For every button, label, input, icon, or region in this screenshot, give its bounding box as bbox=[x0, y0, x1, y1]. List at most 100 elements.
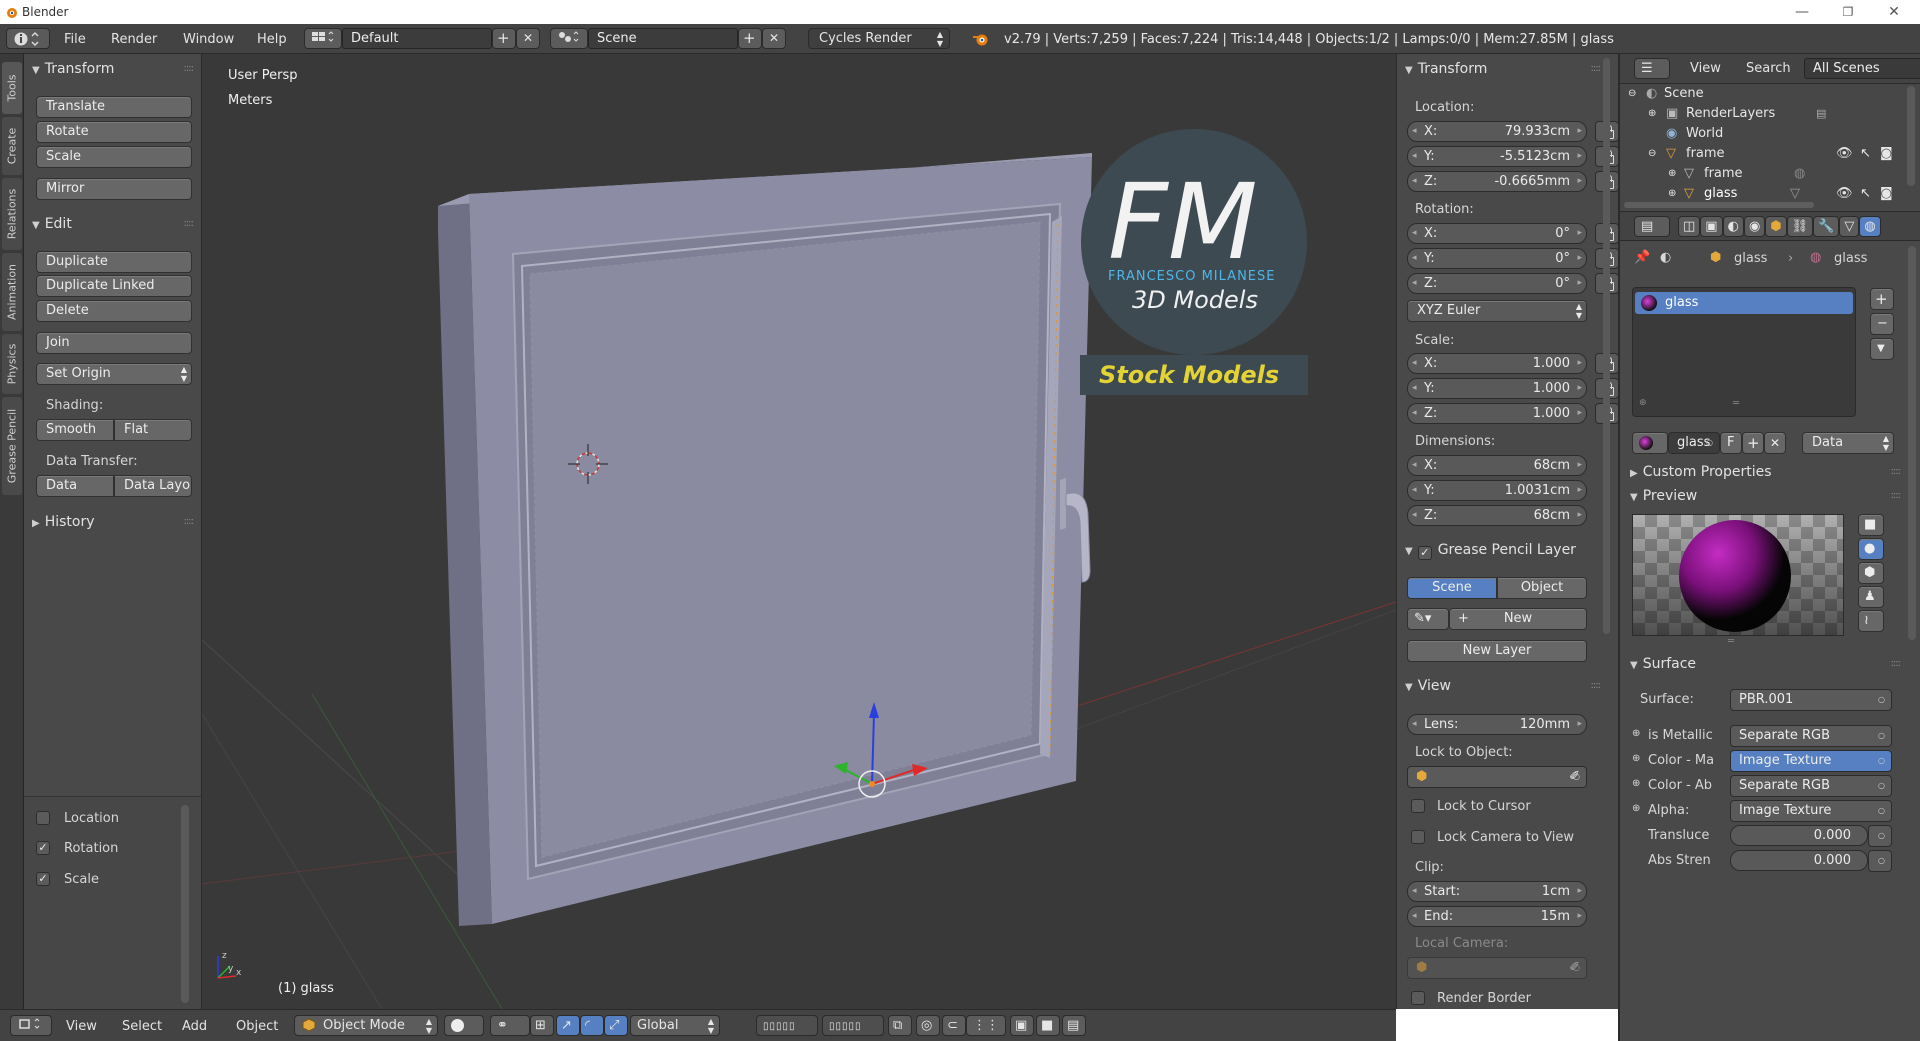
layer-grid-a[interactable]: ▯▯▯▯▯ bbox=[756, 1015, 818, 1036]
preview-resize-grip-icon[interactable]: ═ bbox=[1728, 636, 1734, 647]
clip-start-field[interactable]: ◂ Start: 1cm ▸ bbox=[1407, 881, 1587, 902]
editor-type-info-button[interactable] bbox=[6, 28, 50, 49]
fake-user-button[interactable]: F bbox=[1720, 432, 1742, 454]
delete-button[interactable]: Delete bbox=[36, 300, 192, 322]
scale-manipulator-toggle[interactable]: ⤢ bbox=[604, 1015, 628, 1036]
input-link-color-ab[interactable]: Separate RGB bbox=[1730, 775, 1892, 797]
duplicate-button[interactable]: Duplicate bbox=[36, 251, 192, 273]
constraints-tab-icon[interactable]: ⛓ bbox=[1786, 216, 1814, 237]
rotate-manipulator-toggle[interactable]: ◜ bbox=[580, 1015, 604, 1036]
minimize-button[interactable]: — bbox=[1780, 2, 1824, 22]
material-slot-row[interactable]: glass bbox=[1635, 292, 1853, 314]
outliner-row-scene[interactable]: ⊖ ◐ Scene bbox=[1620, 84, 1902, 104]
render-engine-select[interactable]: Cycles Render ▲ ▼ bbox=[808, 28, 950, 49]
expand-input-icon[interactable]: ⊕ bbox=[1632, 753, 1640, 764]
menu-render[interactable]: Render bbox=[111, 32, 157, 47]
tab-tools[interactable]: Tools bbox=[2, 62, 22, 114]
gp-data-browse[interactable]: ✎▾ bbox=[1407, 608, 1449, 630]
history-panel-header[interactable]: ▶ History bbox=[32, 514, 95, 530]
add-scene-button[interactable]: + bbox=[738, 28, 762, 49]
location-z-field[interactable]: ◂ Z: -0.6665mm ▸ bbox=[1407, 171, 1587, 192]
properties-editor-scrollbar[interactable] bbox=[1908, 246, 1916, 640]
preview-monkey-icon[interactable]: ♟ bbox=[1858, 586, 1884, 608]
outliner-row-glass[interactable]: ⊕ ▽ glass ▽ 👁 ↖ ◙ bbox=[1620, 184, 1902, 204]
menu-view[interactable]: View bbox=[66, 1019, 97, 1034]
layer-grid-b[interactable]: ▯▯▯▯▯ bbox=[822, 1015, 884, 1036]
surface-shader-field[interactable]: PBR.001 bbox=[1730, 689, 1892, 711]
outliner-editor-type-button[interactable]: ☰ bbox=[1634, 58, 1670, 79]
outliner-row-frame-mesh[interactable]: ⊕ ▽ frame ◍ bbox=[1620, 164, 1902, 184]
dimensions-z-field[interactable]: ◂ Z: 68cm ▸ bbox=[1407, 505, 1587, 526]
scene-field[interactable]: Scene bbox=[588, 28, 738, 49]
menu-select[interactable]: Select bbox=[122, 1019, 162, 1034]
panel-grip-icon[interactable]: :::: bbox=[184, 218, 195, 229]
pivot-point-select[interactable]: ⚭ bbox=[490, 1015, 530, 1036]
outliner-menu-search[interactable]: Search bbox=[1746, 61, 1791, 76]
camera-render-button[interactable]: ■ bbox=[1036, 1015, 1060, 1036]
panel-grip-icon[interactable]: :::: bbox=[1891, 490, 1902, 501]
tab-animation[interactable]: Animation bbox=[2, 253, 22, 331]
render-layers-tab-icon[interactable]: ▣ bbox=[1700, 216, 1723, 237]
abs-strength-field[interactable]: 0.000 bbox=[1730, 850, 1868, 871]
custom-properties-header[interactable]: ▶ Custom Properties bbox=[1630, 464, 1772, 480]
opengl-render-button[interactable]: ▣ bbox=[1010, 1015, 1034, 1036]
selectable-arrow-icon[interactable]: ↖ bbox=[1860, 144, 1871, 164]
translucent-link-button[interactable] bbox=[1868, 825, 1892, 847]
clip-end-field[interactable]: ◂ End: 15m ▸ bbox=[1407, 906, 1587, 927]
maximize-button[interactable]: ❐ bbox=[1826, 2, 1870, 22]
3d-viewport[interactable]: z y x FM FRANCESCO MILANESE 3D Models St… bbox=[202, 54, 1396, 1009]
set-origin-select[interactable]: Set Origin ▲ ▼ bbox=[36, 363, 192, 385]
new-material-button[interactable]: + bbox=[1742, 432, 1764, 454]
breadcrumb-material[interactable]: glass bbox=[1834, 251, 1867, 266]
renderable-camera-icon[interactable]: ◙ bbox=[1880, 144, 1893, 164]
lock-layers-button[interactable]: ⧉ bbox=[888, 1015, 912, 1036]
animation-render-button[interactable]: ▤ bbox=[1062, 1015, 1086, 1036]
outliner-row-frame-object[interactable]: ⊖ ▽ frame 👁 ↖ ◙ bbox=[1620, 144, 1902, 164]
properties-editor-type-button[interactable]: ▤ bbox=[1634, 216, 1670, 237]
properties-region-scrollbar[interactable] bbox=[1603, 58, 1610, 634]
scale-z-field[interactable]: ◂ Z: 1.000 ▸ bbox=[1407, 403, 1587, 424]
data-transfer-button[interactable]: Data bbox=[36, 475, 114, 497]
rotation-checkbox[interactable]: ✓ bbox=[36, 841, 50, 855]
rotation-z-field[interactable]: ◂ Z: 0° ▸ bbox=[1407, 273, 1587, 294]
outliner-row-world[interactable]: ◉ World bbox=[1620, 124, 1902, 144]
transform-panel-header[interactable]: ▼ Transform bbox=[1405, 61, 1487, 77]
dimensions-y-field[interactable]: ◂ Y: 1.0031cm ▸ bbox=[1407, 480, 1587, 501]
material-name-field[interactable]: glass bbox=[1668, 432, 1720, 454]
surface-panel-header[interactable]: ▼ Surface bbox=[1630, 656, 1696, 672]
location-checkbox[interactable] bbox=[36, 811, 50, 825]
material-tab-icon[interactable]: ◍ bbox=[1859, 216, 1881, 237]
translate-button[interactable]: Translate bbox=[36, 96, 192, 118]
screen-layout-icon-button[interactable] bbox=[304, 28, 342, 49]
visibility-eye-icon[interactable]: 👁 bbox=[1836, 144, 1853, 164]
remove-material-slot-button[interactable]: − bbox=[1870, 313, 1894, 335]
outliner-row-renderlayers[interactable]: ⊕ ▣ RenderLayers ▤ bbox=[1620, 104, 1902, 124]
object-tab-icon[interactable]: ⬢ bbox=[1765, 216, 1787, 237]
duplicate-linked-button[interactable]: Duplicate Linked bbox=[36, 275, 192, 297]
material-link-select[interactable]: Data ▲ ▼ bbox=[1802, 432, 1894, 454]
edit-panel-header[interactable]: ▼ Edit bbox=[32, 216, 72, 232]
unlink-material-button[interactable]: ✕ bbox=[1764, 432, 1786, 454]
menu-add[interactable]: Add bbox=[182, 1019, 207, 1034]
scale-y-field[interactable]: ◂ Y: 1.000 ▸ bbox=[1407, 378, 1587, 399]
menu-window[interactable]: Window bbox=[183, 32, 234, 47]
expand-input-icon[interactable]: ⊕ bbox=[1632, 803, 1640, 814]
pin-icon[interactable]: 📌 bbox=[1634, 250, 1650, 265]
lock-to-cursor-checkbox[interactable] bbox=[1411, 799, 1425, 813]
rotation-x-field[interactable]: ◂ X: 0° ▸ bbox=[1407, 223, 1587, 244]
abs-strength-link-button[interactable] bbox=[1868, 850, 1892, 872]
menu-help[interactable]: Help bbox=[257, 32, 287, 47]
menu-file[interactable]: File bbox=[64, 32, 86, 47]
snap-element-select[interactable]: ⋮⋮ bbox=[966, 1015, 1006, 1036]
panel-grip-icon[interactable]: :::: bbox=[1891, 466, 1902, 477]
delete-layout-button[interactable]: ✕ bbox=[516, 28, 540, 49]
preview-flat-icon[interactable]: ■ bbox=[1858, 514, 1884, 536]
input-link-alpha[interactable]: Image Texture bbox=[1730, 800, 1892, 822]
material-specials-button[interactable]: ▼ bbox=[1870, 338, 1894, 360]
renderable-camera-icon[interactable]: ◙ bbox=[1880, 184, 1893, 204]
view-panel-header[interactable]: ▼ View bbox=[1405, 678, 1451, 694]
screen-layout-field[interactable]: Default bbox=[342, 28, 492, 49]
preview-hair-icon[interactable]: ≀ bbox=[1858, 610, 1884, 632]
input-link-color-ma[interactable]: Image Texture bbox=[1730, 750, 1892, 772]
selectable-arrow-icon[interactable]: ↖ bbox=[1860, 184, 1871, 204]
